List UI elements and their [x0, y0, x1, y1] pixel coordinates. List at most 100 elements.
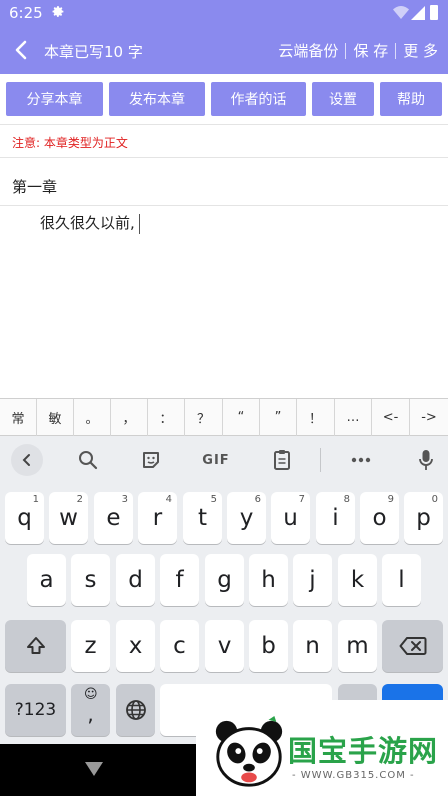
key-v[interactable]: v: [205, 620, 244, 672]
shift-icon: [26, 637, 45, 654]
key-f[interactable]: f: [160, 554, 199, 606]
symbol-key[interactable]: ：: [148, 399, 185, 436]
gear-icon: [52, 6, 64, 17]
key-k[interactable]: k: [338, 554, 377, 606]
more-button[interactable]: 更 多: [403, 40, 438, 61]
backspace-icon: [399, 637, 426, 655]
key-z[interactable]: z: [71, 620, 110, 672]
back-icon[interactable]: [11, 444, 43, 476]
key-label: e: [106, 505, 121, 531]
key-hint: 8: [343, 494, 350, 505]
soft-keyboard: GIF q1 w2 e3 r4 t5 y6 u7 i8 o9 p0 a s d …: [0, 436, 448, 744]
symbol-key[interactable]: 常: [0, 399, 37, 436]
divider: [0, 205, 448, 206]
key-label: ,: [87, 702, 94, 726]
symbol-key[interactable]: 。: [74, 399, 111, 436]
save-button[interactable]: 保 存: [353, 40, 388, 61]
title-menu: 云端备份 保 存 更 多: [278, 40, 438, 61]
key-n[interactable]: n: [293, 620, 332, 672]
key-h[interactable]: h: [249, 554, 288, 606]
key-l[interactable]: l: [382, 554, 421, 606]
settings-button[interactable]: 设置: [312, 82, 374, 116]
key-x[interactable]: x: [116, 620, 155, 672]
divider: [0, 157, 448, 158]
key-hint: 6: [254, 494, 261, 505]
key-label: t: [197, 505, 208, 531]
key-hint: 7: [298, 494, 305, 505]
help-button[interactable]: 帮助: [380, 82, 442, 116]
wifi-icon: [393, 6, 409, 19]
clipboard-icon[interactable]: [270, 448, 294, 472]
symbol-key[interactable]: 敏: [37, 399, 74, 436]
key-d[interactable]: d: [116, 554, 155, 606]
gif-button[interactable]: GIF: [199, 448, 233, 472]
key-label: w: [59, 505, 78, 531]
search-icon[interactable]: [76, 448, 100, 472]
symbol-key[interactable]: <-: [372, 399, 410, 436]
symbol-key[interactable]: ->: [410, 399, 448, 436]
key-a[interactable]: a: [27, 554, 66, 606]
key-t[interactable]: t5: [183, 492, 222, 544]
share-chapter-button[interactable]: 分享本章: [6, 82, 103, 116]
more-icon[interactable]: [349, 448, 373, 472]
key-hint: 1: [32, 494, 39, 505]
key-q[interactable]: q1: [5, 492, 44, 544]
symbol-key[interactable]: ？: [185, 399, 223, 436]
key-w[interactable]: w2: [49, 492, 88, 544]
symbols-key[interactable]: ?123: [5, 684, 66, 736]
key-c[interactable]: c: [160, 620, 199, 672]
symbol-key[interactable]: ，: [111, 399, 148, 436]
key-o[interactable]: o9: [360, 492, 399, 544]
symbol-key[interactable]: ！: [297, 399, 335, 436]
key-label: u: [283, 505, 298, 531]
key-s[interactable]: s: [71, 554, 110, 606]
chapter-body-editor[interactable]: 很久很久以前,: [40, 212, 140, 234]
title-bar: 本章已写10 字 云端备份 保 存 更 多: [0, 26, 448, 74]
chapter-type-notice: 注意: 本章类型为正文: [12, 136, 128, 150]
key-i[interactable]: i8: [316, 492, 355, 544]
key-label: y: [239, 505, 254, 531]
key-m[interactable]: m: [338, 620, 377, 672]
key-p[interactable]: p0: [404, 492, 443, 544]
back-arrow-icon[interactable]: [10, 38, 34, 62]
symbol-key[interactable]: “: [223, 399, 260, 436]
watermark-title: 国宝手游网: [288, 734, 439, 768]
symbol-key[interactable]: ”: [260, 399, 297, 436]
watermark-url: - WWW.GB315.COM -: [292, 770, 415, 781]
chapter-title-field[interactable]: 第一章: [12, 176, 57, 197]
editor-text: 很久很久以前,: [40, 214, 135, 232]
key-hint: 9: [387, 494, 394, 505]
mic-icon[interactable]: [414, 448, 438, 472]
keyboard-toolbar: GIF: [0, 436, 448, 484]
key-u[interactable]: u7: [271, 492, 310, 544]
emoji-comma-key[interactable]: ☺ ,: [71, 684, 110, 736]
key-j[interactable]: j: [293, 554, 332, 606]
key-label: p: [416, 505, 431, 531]
key-label: r: [152, 505, 163, 531]
key-hint: 2: [76, 494, 83, 505]
nav-back-icon[interactable]: [85, 762, 103, 776]
key-y[interactable]: y6: [227, 492, 266, 544]
key-b[interactable]: b: [249, 620, 288, 672]
toolbar-divider: [320, 448, 321, 472]
key-label: i: [332, 505, 339, 531]
symbol-key[interactable]: …: [335, 399, 372, 436]
status-bar: 6:25: [0, 0, 448, 26]
panda-logo-icon: [215, 715, 283, 787]
action-bar: 分享本章 发布本章 作者的话 设置 帮助: [0, 82, 448, 116]
key-g[interactable]: g: [205, 554, 244, 606]
quick-symbol-bar: 常 敏 。 ， ： ？ “ ” ！ … <- ->: [0, 398, 448, 436]
sticker-icon[interactable]: [139, 448, 163, 472]
page-title: 本章已写10 字: [44, 43, 143, 61]
menu-divider: [395, 42, 397, 59]
publish-chapter-button[interactable]: 发布本章: [109, 82, 205, 116]
key-r[interactable]: r4: [138, 492, 177, 544]
author-note-button[interactable]: 作者的话: [211, 82, 306, 116]
key-e[interactable]: e3: [94, 492, 133, 544]
cloud-backup-button[interactable]: 云端备份: [278, 40, 338, 61]
shift-key[interactable]: [5, 620, 66, 672]
battery-icon: [430, 5, 438, 20]
language-key[interactable]: [116, 684, 155, 736]
backspace-key[interactable]: [382, 620, 443, 672]
key-hint: 5: [210, 494, 217, 505]
